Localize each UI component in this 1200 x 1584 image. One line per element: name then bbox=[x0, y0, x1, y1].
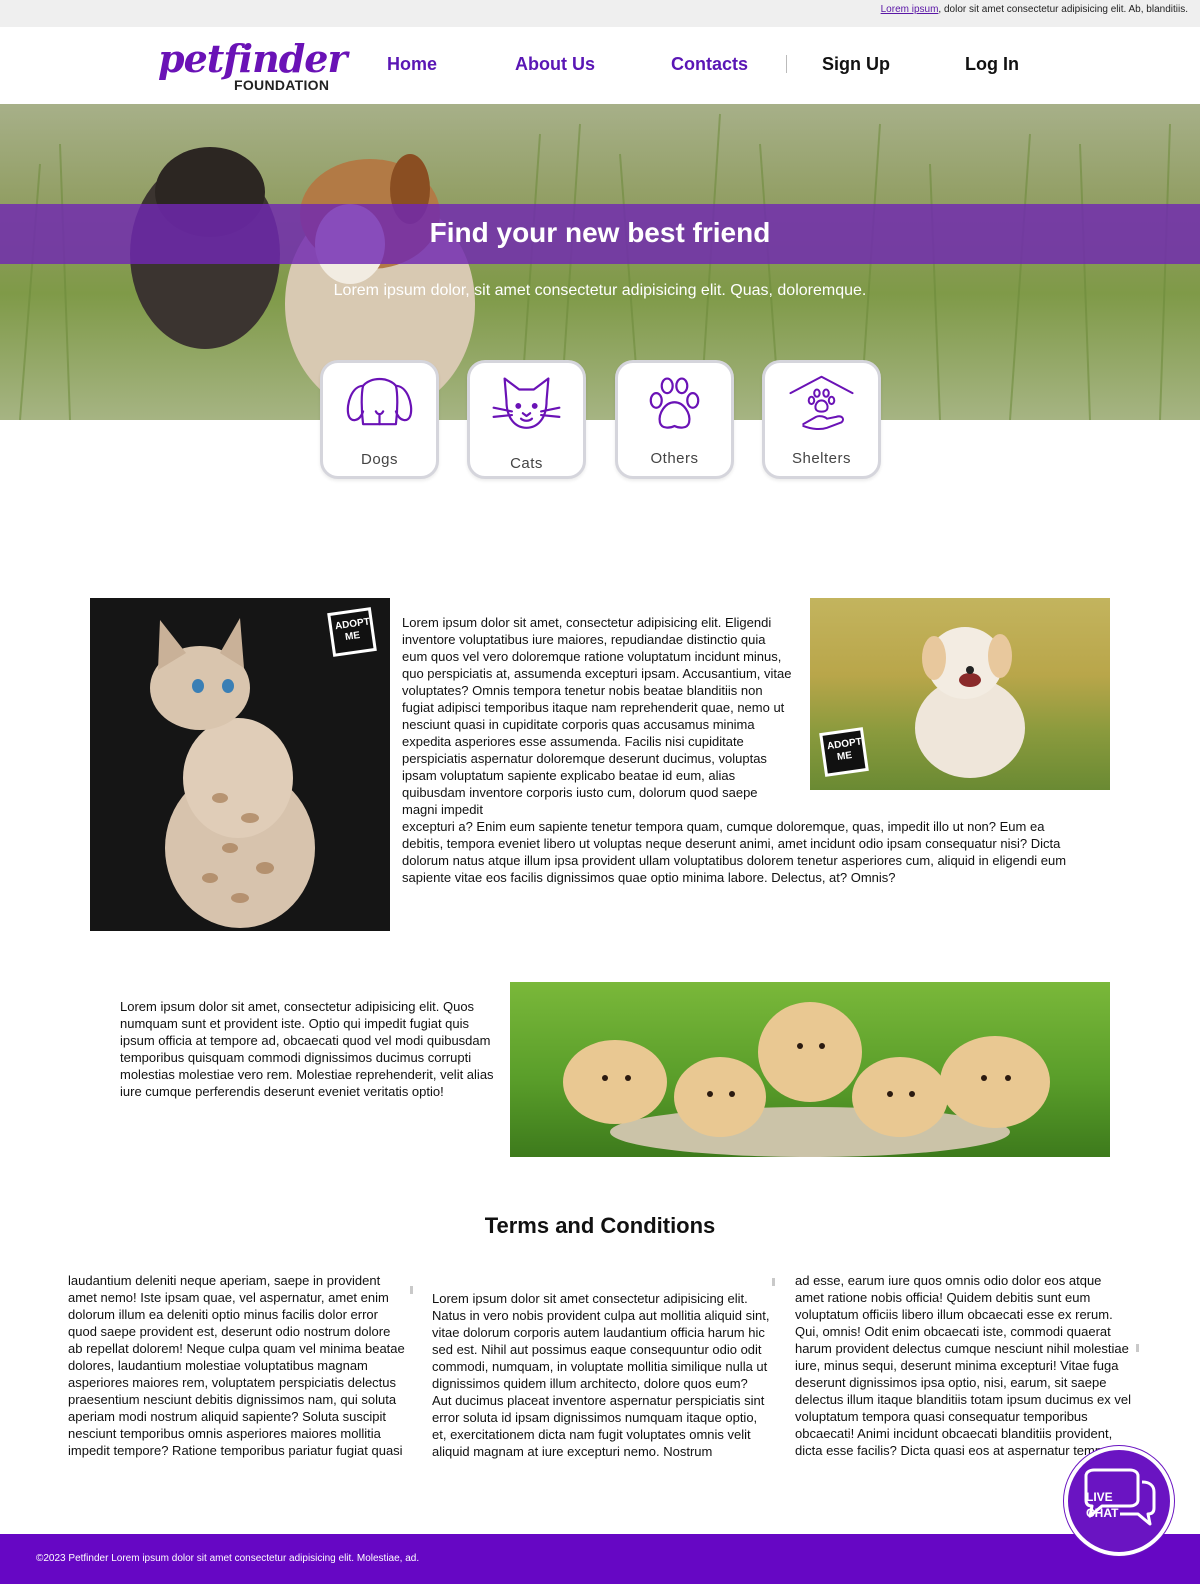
nav-divider bbox=[786, 55, 787, 73]
category-card-dogs[interactable]: Dogs bbox=[320, 360, 439, 479]
puppies-illustration bbox=[563, 1002, 1050, 1157]
intro-paragraph: Lorem ipsum dolor sit amet, consectetur … bbox=[402, 615, 792, 817]
adopt-me-badge: ADOPT ME bbox=[327, 607, 377, 657]
paw-icon bbox=[649, 377, 700, 429]
dog-icon bbox=[346, 377, 413, 426]
terms-title: Terms and Conditions bbox=[484, 1213, 716, 1238]
live-chat-button[interactable]: LIVE CHAT bbox=[1064, 1446, 1174, 1556]
top-announcement-bar: Lorem ipsum, dolor sit amet consectetur … bbox=[0, 0, 1200, 27]
nav-home[interactable]: Home bbox=[387, 54, 437, 75]
nav-about-us[interactable]: About Us bbox=[515, 54, 595, 75]
terms-column-2[interactable]: Lorem ipsum dolor sit amet consectetur a… bbox=[432, 1290, 770, 1474]
nav-contacts[interactable]: Contacts bbox=[671, 54, 748, 75]
terms-column-3[interactable]: ad esse, earum iure quos omnis odio dolo… bbox=[795, 1272, 1133, 1462]
terms-column-1-scrollbar[interactable] bbox=[410, 1286, 413, 1294]
category-card-cats[interactable]: Cats bbox=[467, 360, 586, 479]
terms-column-1[interactable]: laudantium deleniti neque aperiam, saepe… bbox=[68, 1272, 406, 1462]
category-card-others[interactable]: Others bbox=[615, 360, 734, 479]
intro-paragraph-continued: excepturi a? Enim eum sapiente tenetur t… bbox=[402, 819, 1067, 885]
nav-log-in[interactable]: Log In bbox=[965, 54, 1019, 75]
puppies-photo bbox=[510, 982, 1110, 1157]
adopt-me-badge-text: ADOPT ME bbox=[330, 610, 374, 654]
hero-title: Find your new best friend bbox=[429, 217, 771, 248]
announcement-link[interactable]: Lorem ipsum bbox=[881, 4, 939, 15]
logo-subtitle: FOUNDATION bbox=[234, 77, 330, 93]
category-label-cats: Cats bbox=[510, 455, 543, 472]
cat-icon bbox=[492, 377, 561, 429]
shelter-icon bbox=[789, 375, 854, 431]
nav-sign-up[interactable]: Sign Up bbox=[822, 54, 890, 75]
terms-column-3-scrollbar[interactable] bbox=[1136, 1344, 1139, 1352]
category-label-dogs: Dogs bbox=[360, 451, 399, 468]
cat-adopt-photo: ADOPT ME bbox=[90, 598, 390, 931]
adopt-me-badge: ADOPT ME bbox=[819, 727, 869, 777]
puppy-adopt-photo: ADOPT ME bbox=[810, 598, 1110, 790]
announcement-text: , dolor sit amet consectetur adipisicing… bbox=[938, 4, 1188, 15]
live-chat-label-line1: LIVE bbox=[1086, 1490, 1113, 1504]
logo-wordmark: petfinder bbox=[158, 36, 347, 81]
secondary-paragraph: Lorem ipsum dolor sit amet, consectetur … bbox=[120, 999, 494, 1099]
site-header: petfinder FOUNDATION Home About Us Conta… bbox=[0, 27, 1200, 104]
live-chat-label-line2: CHAT bbox=[1086, 1506, 1119, 1520]
petfinder-logo[interactable]: petfinder FOUNDATION bbox=[158, 39, 347, 94]
hero-subtitle: Lorem ipsum dolor, sit amet consectetur … bbox=[333, 282, 867, 299]
footer-copyright: ©2023 Petfinder Lorem ipsum dolor sit am… bbox=[36, 1553, 420, 1564]
adopt-me-badge-text: ADOPT ME bbox=[822, 730, 866, 774]
hero-banner: Find your new best friend Lorem ipsum do… bbox=[0, 104, 1200, 420]
terms-column-2-scrollbar[interactable] bbox=[772, 1278, 775, 1286]
category-label-others: Others bbox=[650, 450, 699, 467]
category-label-shelters: Shelters bbox=[791, 450, 852, 467]
category-card-shelters[interactable]: Shelters bbox=[762, 360, 881, 479]
